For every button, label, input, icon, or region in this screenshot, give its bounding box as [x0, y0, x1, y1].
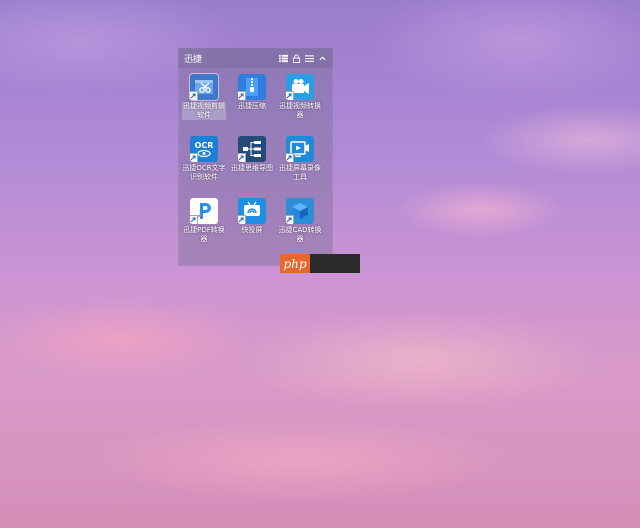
shortcut-arrow-icon [190, 153, 198, 162]
app-cad-converter[interactable]: 迅捷CAD转换器 [278, 198, 322, 248]
app-mindmap[interactable]: 迅捷思维导图 [230, 136, 274, 186]
app-video-converter[interactable]: 迅捷视频转换器 [278, 74, 322, 124]
svg-text:OCR: OCR [195, 141, 214, 150]
fence-icon-grid: 迅捷视频剪辑软件 迅捷压缩 迅捷视频转换器 OCR 迅捷OCR文字识别软件 迅捷… [182, 74, 330, 248]
php-watermark-badge: php [280, 254, 360, 273]
app-label: 迅捷CAD转换器 [278, 226, 322, 243]
app-label: 快投屏 [241, 226, 263, 234]
screen-record-icon [286, 136, 314, 162]
fence-toolbar [279, 53, 327, 63]
cast-icon [238, 198, 266, 224]
cad-icon [286, 198, 314, 224]
list-view-icon[interactable] [279, 54, 288, 63]
app-quick-cast[interactable]: 快投屏 [230, 198, 274, 248]
app-pdf-converter[interactable]: 迅捷PDF转换器 [182, 198, 226, 248]
app-label: 迅捷屏幕录像工具 [279, 164, 321, 181]
app-label: 迅捷思维导图 [231, 164, 273, 172]
pdf-icon [190, 198, 218, 224]
fence-title: 迅捷 [184, 54, 203, 65]
video-edit-icon [190, 74, 218, 100]
shortcut-arrow-icon [286, 215, 294, 224]
zip-icon [238, 74, 266, 100]
app-label: 迅捷视频剪辑软件 [182, 102, 226, 120]
video-convert-icon [286, 74, 314, 100]
menu-icon[interactable] [305, 54, 314, 63]
ocr-icon: OCR [190, 136, 218, 162]
lock-icon[interactable] [292, 53, 301, 63]
shortcut-arrow-icon [190, 215, 198, 224]
app-ocr[interactable]: OCR 迅捷OCR文字识别软件 [182, 136, 226, 186]
shortcut-arrow-icon [238, 153, 246, 162]
collapse-icon[interactable] [318, 54, 327, 63]
shortcut-arrow-icon [238, 91, 246, 100]
app-label: 迅捷OCR文字识别软件 [182, 164, 226, 181]
app-compress[interactable]: 迅捷压缩 [230, 74, 274, 124]
fence-titlebar[interactable]: 迅捷 [178, 48, 333, 68]
shortcut-arrow-icon [286, 153, 294, 162]
shortcut-arrow-icon [190, 91, 198, 100]
app-screen-recorder[interactable]: 迅捷屏幕录像工具 [278, 136, 322, 186]
desktop-fence-panel[interactable]: 迅捷 迅捷视频剪辑软件 迅捷压缩 迅捷视频转换器 OCR 迅捷OCR文字识别软件… [178, 48, 333, 266]
php-logo: php [280, 254, 310, 273]
shortcut-arrow-icon [286, 91, 294, 100]
app-label: 迅捷压缩 [238, 102, 266, 110]
mindmap-icon [238, 136, 266, 162]
desktop-background: 迅捷 迅捷视频剪辑软件 迅捷压缩 迅捷视频转换器 OCR 迅捷OCR文字识别软件… [0, 0, 640, 528]
app-label: 迅捷PDF转换器 [183, 226, 225, 243]
shortcut-arrow-icon [238, 215, 246, 224]
app-video-editor[interactable]: 迅捷视频剪辑软件 [182, 74, 226, 124]
php-badge-bar [310, 254, 360, 273]
app-label: 迅捷视频转换器 [279, 102, 321, 119]
